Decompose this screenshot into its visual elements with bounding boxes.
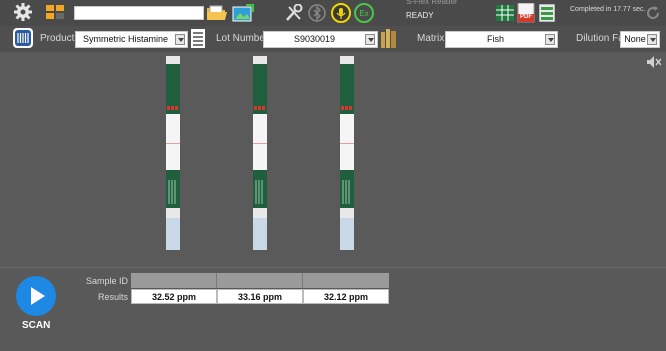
- folder-open-icon[interactable]: [206, 5, 228, 21]
- spreadsheet-icon[interactable]: [496, 4, 514, 22]
- pdf-label: PDF: [520, 14, 532, 20]
- result-cell-1: 32.52 ppm: [131, 289, 217, 304]
- scan-button[interactable]: [16, 276, 56, 316]
- lot-number-value: S9030019: [293, 34, 336, 44]
- sample-id-label: Sample ID: [85, 276, 128, 286]
- product-dropdown-icon[interactable]: [175, 34, 185, 45]
- parameters-bar: Product Symmetric Histamine Lot Number S…: [0, 26, 666, 52]
- refresh-icon[interactable]: [646, 6, 660, 20]
- result-cell-3: 32.12 ppm: [303, 289, 389, 304]
- matrix-select[interactable]: Fish: [445, 31, 558, 48]
- product-list-icon[interactable]: [191, 29, 205, 48]
- scan-label: SCAN: [22, 320, 51, 331]
- results-label: Results: [97, 292, 128, 302]
- microphone-icon[interactable]: [331, 3, 351, 23]
- matrix-value: Fish: [486, 34, 504, 44]
- dilution-factor-dropdown-icon[interactable]: [647, 34, 657, 45]
- excel-export-icon[interactable]: Ex: [354, 3, 374, 23]
- product-value: Symmetric Histamine: [82, 34, 168, 44]
- play-icon: [31, 287, 45, 305]
- strip-image-area: [0, 52, 666, 267]
- reader-status: READY: [406, 11, 434, 20]
- dilution-factor-select[interactable]: None: [620, 31, 660, 48]
- product-select[interactable]: Symmetric Histamine: [75, 31, 188, 48]
- top-toolbar: Ex S-Flex Reader READY PDF Completed in …: [0, 0, 666, 26]
- bluetooth-icon[interactable]: [308, 4, 326, 22]
- results-panel: SCAN Sample ID Results 32.52 ppm 33.16 p…: [0, 267, 666, 351]
- lot-number-select[interactable]: S9030019: [263, 31, 378, 48]
- search-input[interactable]: [74, 6, 204, 20]
- tools-icon[interactable]: [284, 3, 304, 22]
- lot-books-icon[interactable]: [381, 29, 397, 48]
- dilution-factor-value: None: [624, 34, 646, 44]
- lot-number-dropdown-icon[interactable]: [365, 34, 375, 45]
- svg-text:Ex: Ex: [359, 9, 368, 18]
- sample-id-cell-1[interactable]: [131, 273, 217, 288]
- test-strip-1: [166, 56, 180, 250]
- completion-status: Completed in 17.77 sec.: [570, 6, 646, 13]
- reader-name: S-Flex Reader: [406, 0, 458, 6]
- matrix-label: Matrix: [417, 33, 445, 44]
- report-icon[interactable]: [538, 3, 556, 23]
- image-export-icon[interactable]: [232, 4, 254, 22]
- matrix-dropdown-icon[interactable]: [545, 34, 555, 45]
- barcode-scan-icon[interactable]: [13, 28, 33, 48]
- lot-number-label: Lot Number: [216, 33, 269, 44]
- product-label: Product: [40, 33, 75, 44]
- sample-id-cell-3[interactable]: [303, 273, 389, 288]
- settings-gear-icon[interactable]: [14, 3, 32, 21]
- layout-icon[interactable]: [46, 5, 64, 20]
- test-strip-2: [253, 56, 267, 250]
- pdf-export-icon[interactable]: PDF: [517, 2, 535, 23]
- test-strip-3: [340, 56, 354, 250]
- result-cell-2: 33.16 ppm: [217, 289, 303, 304]
- mute-icon[interactable]: [647, 55, 662, 68]
- sample-id-cell-2[interactable]: [217, 273, 303, 288]
